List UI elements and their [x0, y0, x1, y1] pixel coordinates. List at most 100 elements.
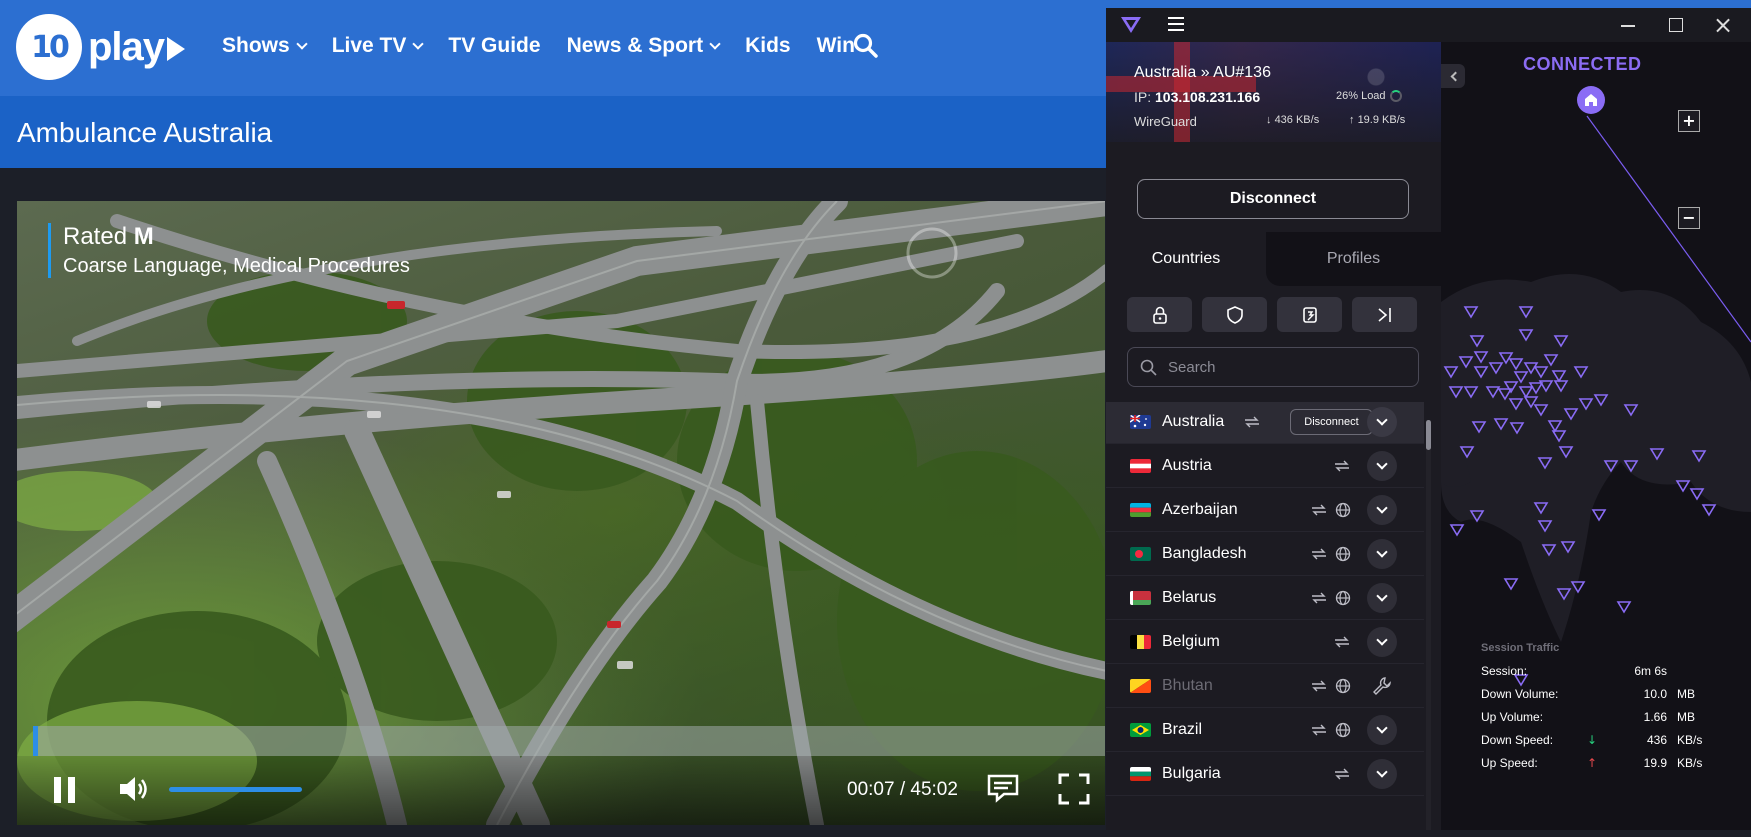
logo-badge: 10	[16, 14, 82, 80]
repeat-icon	[1310, 591, 1328, 605]
download-speed: ↓ 436 KB/s	[1266, 114, 1320, 126]
country-name: Bangladesh	[1162, 545, 1247, 562]
volume-icon[interactable]	[118, 774, 152, 804]
stat-value: 1.66	[1643, 710, 1667, 724]
expand-chevron-icon[interactable]	[1367, 583, 1397, 613]
pause-button[interactable]	[54, 777, 76, 803]
stat-unit: MB	[1677, 687, 1695, 701]
country-row-bhutan[interactable]: Bhutan	[1106, 664, 1424, 708]
search-icon[interactable]	[852, 32, 880, 60]
rating-label: Rated M	[63, 223, 154, 250]
video-player[interactable]: Rated M Coarse Language, Medical Procedu…	[17, 201, 1105, 825]
fullscreen-icon[interactable]	[1058, 773, 1090, 805]
session-row: Down Volume: 10.0 MB	[1481, 687, 1751, 710]
country-name: Brazil	[1162, 721, 1203, 738]
stat-value: 436	[1646, 733, 1667, 747]
country-row-belarus[interactable]: Belarus	[1106, 576, 1424, 620]
repeat-icon	[1310, 503, 1328, 517]
nav-live-tv[interactable]: Live TV	[332, 34, 425, 58]
bhutan-flag-icon	[1130, 679, 1151, 693]
home-pin-icon[interactable]	[1577, 86, 1605, 114]
stat-value: 10.0	[1643, 687, 1667, 701]
repeat-icon	[1333, 459, 1351, 473]
country-row-belgium[interactable]: Belgium	[1106, 620, 1424, 664]
server-marker[interactable]	[1449, 524, 1465, 537]
country-row-bulgaria[interactable]: Bulgaria	[1106, 752, 1424, 796]
nav-kids[interactable]: Kids	[745, 34, 791, 58]
minimize-button[interactable]	[1621, 25, 1635, 27]
globe-icon	[1335, 722, 1351, 738]
seek-bar[interactable]	[33, 726, 1105, 756]
expand-chevron-icon[interactable]	[1367, 759, 1397, 789]
netshield-filter[interactable]	[1202, 297, 1267, 332]
search-input[interactable]	[1168, 348, 1408, 386]
vpn-titlebar: ×	[1106, 8, 1751, 42]
repeat-icon	[1333, 635, 1351, 649]
feature-filters	[1127, 297, 1417, 332]
country-row-austria[interactable]: Austria	[1106, 444, 1424, 488]
country-name: Belgium	[1162, 633, 1220, 650]
server-marker[interactable]	[1616, 601, 1632, 614]
p2p-filter[interactable]	[1277, 297, 1342, 332]
list-scrollbar[interactable]	[1426, 420, 1431, 830]
country-name: Bhutan	[1162, 677, 1213, 694]
country-name: Bulgaria	[1162, 765, 1221, 782]
collapse-sidebar-button[interactable]	[1441, 64, 1465, 88]
server-marker[interactable]	[1503, 578, 1519, 591]
expand-chevron-icon[interactable]	[1367, 495, 1397, 525]
country-row-brazil[interactable]: Brazil	[1106, 708, 1424, 752]
nav-win[interactable]: Win	[817, 34, 855, 58]
volume-slider[interactable]	[169, 787, 302, 792]
server-marker[interactable]	[1591, 509, 1607, 522]
stat-label: Up Volume:	[1481, 710, 1544, 724]
stat-unit: KB/s	[1677, 733, 1703, 747]
list-tabs: Countries Profiles	[1106, 232, 1441, 286]
maximize-button[interactable]	[1669, 18, 1683, 32]
country-row-bangladesh[interactable]: Bangladesh	[1106, 532, 1424, 576]
expand-chevron-icon[interactable]	[1367, 539, 1397, 569]
globe-icon	[1335, 502, 1351, 518]
upload-speed: ↑ 19.9 KB/s	[1349, 114, 1406, 126]
nav-shows[interactable]: Shows	[222, 34, 308, 58]
australia-flag-icon	[1130, 415, 1151, 429]
stat-label: Session:	[1481, 664, 1528, 678]
nav-news-sport[interactable]: News & Sport	[567, 34, 721, 58]
country-name: Australia	[1162, 413, 1225, 430]
expand-chevron-icon[interactable]	[1367, 451, 1397, 481]
wrench-icon	[1372, 676, 1392, 696]
country-row-australia[interactable]: Australia Disconnect	[1106, 402, 1424, 444]
list-scrollbar-thumb[interactable]	[1426, 420, 1431, 450]
belarus-flag-icon	[1130, 591, 1151, 605]
tenplay-logo[interactable]: 10 play	[16, 14, 186, 80]
zoom-in-button[interactable]: +	[1678, 110, 1700, 132]
tab-profiles[interactable]: Profiles	[1266, 232, 1441, 286]
country-row-azerbaijan[interactable]: Azerbaijan	[1106, 488, 1424, 532]
server-map[interactable]: CONNECTED + − Session Traffic Session: 6m…	[1441, 42, 1751, 830]
zoom-out-button[interactable]: −	[1678, 207, 1700, 229]
expand-chevron-icon[interactable]	[1367, 715, 1397, 745]
nav-tv-guide[interactable]: TV Guide	[448, 34, 540, 58]
session-row: Session: 6m 6s	[1481, 664, 1751, 687]
expand-chevron-icon[interactable]	[1367, 627, 1397, 657]
country-search	[1127, 347, 1419, 387]
repeat-icon	[1333, 767, 1351, 781]
tor-filter[interactable]	[1352, 297, 1417, 332]
tab-countries[interactable]: Countries	[1106, 232, 1266, 286]
nav-links: Shows Live TV TV Guide News & Sport Kids Win	[222, 34, 855, 58]
hamburger-menu-icon[interactable]	[1168, 17, 1184, 31]
captions-icon[interactable]	[986, 773, 1020, 803]
stat-unit: MB	[1677, 710, 1695, 724]
logo-word: play	[88, 24, 165, 69]
close-button[interactable]: ×	[1712, 13, 1734, 37]
expand-chevron-icon[interactable]	[1367, 407, 1397, 437]
disconnect-button[interactable]: Disconnect	[1137, 179, 1409, 219]
server-marker[interactable]	[1701, 504, 1717, 517]
row-disconnect-button[interactable]: Disconnect	[1290, 409, 1373, 435]
page-title: Ambulance Australia	[17, 117, 273, 148]
repeat-icon	[1310, 547, 1328, 561]
chevron-down-icon	[296, 37, 308, 50]
chevron-down-icon	[709, 37, 721, 50]
secure-core-filter[interactable]	[1127, 297, 1192, 332]
vpn-sidebar: Australia » AU#136 IP: 103.108.231.166 2…	[1106, 42, 1441, 830]
up-arrow-icon: ↑	[1587, 756, 1598, 770]
